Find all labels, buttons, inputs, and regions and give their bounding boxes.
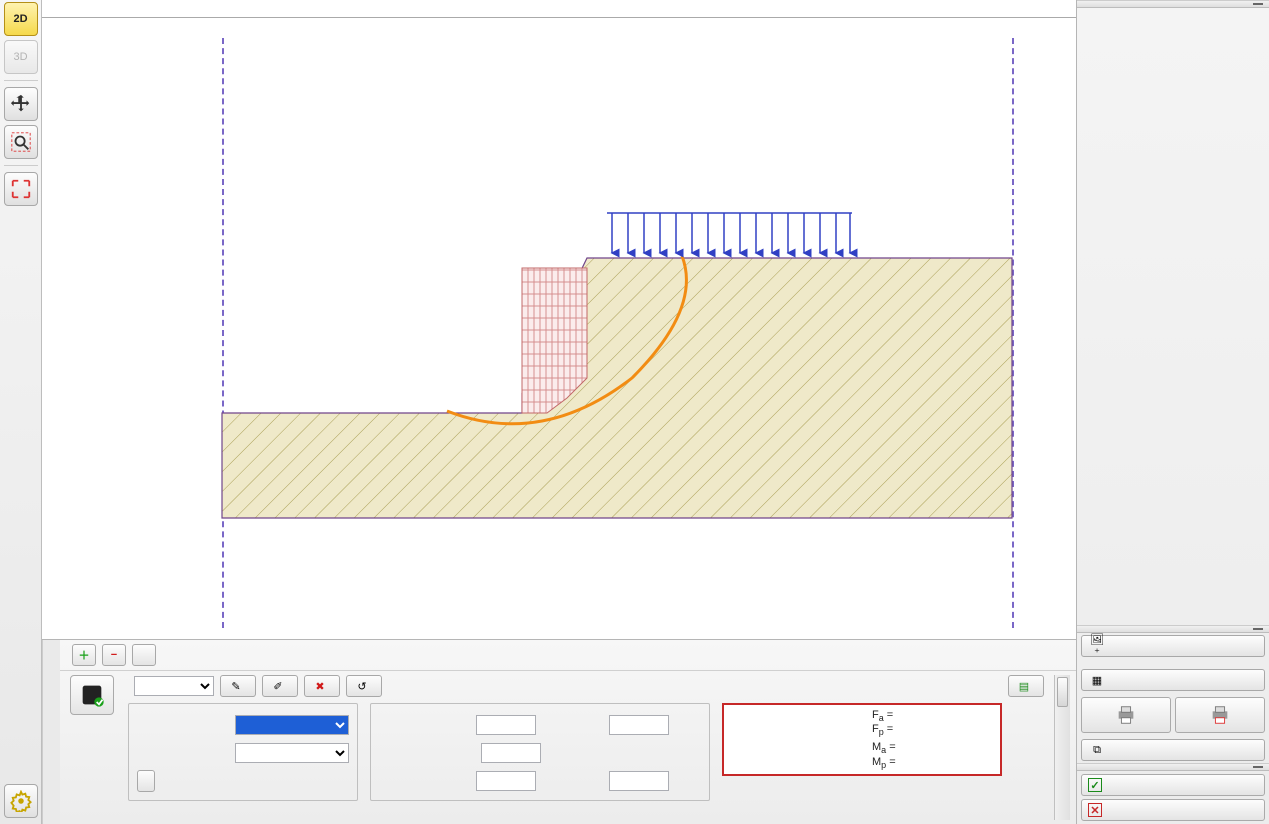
app-window: 2D 3D (0, 0, 1269, 824)
modes-header (1077, 0, 1269, 8)
fit-extents-button[interactable] (4, 172, 38, 206)
a1-input[interactable] (476, 771, 536, 791)
run-calc-button[interactable] (70, 675, 114, 715)
delete-button[interactable]: ✖ (304, 675, 340, 697)
drawing-list-button[interactable]: ▦ (1081, 669, 1265, 691)
slip-surface-select[interactable] (134, 676, 214, 696)
add-analysis-button[interactable]: ＋ (72, 644, 96, 666)
printer-color-icon (1208, 704, 1232, 726)
bottom-panel: ＋ − (42, 639, 1076, 824)
edit-icon: ✐ (271, 679, 285, 693)
settings-gear-button[interactable] (4, 784, 38, 818)
scrollbar-thumb[interactable] (1057, 677, 1068, 707)
geometry-svg (42, 18, 1076, 638)
right-sidebar: 🖼⁺ ▦ (1076, 0, 1269, 824)
copy-icon: ⧉ (1090, 743, 1104, 757)
zoom-region-button[interactable] (4, 125, 38, 159)
plus-drawing-icon: 🖼⁺ (1090, 639, 1104, 653)
divider (4, 165, 38, 166)
results-header (1077, 625, 1269, 633)
main-area: ＋ − (42, 0, 1076, 824)
slip-top-row: ✎ ✐ ✖ ↺ (128, 675, 1044, 697)
chip-icon (78, 681, 106, 709)
finish-send-button[interactable]: ✓ (1081, 774, 1265, 796)
print-row (1077, 693, 1269, 737)
bottom-content: ＋ − (60, 640, 1076, 824)
stability-results-box: Fa = Fp = Ma = Mp = (722, 703, 1002, 776)
list-icon: ▦ (1090, 673, 1104, 687)
remove-analysis-button[interactable]: − (102, 644, 126, 666)
gear-icon (10, 790, 32, 812)
right-lower: 🖼⁺ ▦ (1077, 625, 1269, 824)
calc-params-group (128, 703, 358, 801)
print-button-1[interactable] (1081, 697, 1171, 733)
extents-icon (10, 178, 32, 200)
load-arrows (612, 213, 850, 253)
check-icon: ✓ (1088, 778, 1102, 792)
x-icon: ✕ (1088, 803, 1102, 817)
add-drawing-button[interactable]: 🖼⁺ (1081, 635, 1265, 657)
x-input[interactable] (476, 715, 536, 735)
modes-tree (1077, 8, 1269, 12)
a2-input[interactable] (609, 771, 669, 791)
list-icon: ▤ (1017, 679, 1031, 693)
bottom-body: ✎ ✐ ✖ ↺ (60, 671, 1076, 824)
drawing-canvas[interactable] (42, 18, 1076, 639)
top-ruler (42, 0, 1076, 18)
collapse-icon[interactable] (1253, 766, 1263, 768)
calc-button-column (66, 675, 118, 820)
pencil-icon: ✎ (229, 679, 243, 693)
replace-graphically-button[interactable]: ✎ (220, 675, 256, 697)
printer-icon (1114, 704, 1138, 726)
convert-icon: ↺ (355, 679, 369, 693)
view-3d-button[interactable]: 3D (4, 40, 38, 74)
finish-nosend-button[interactable]: ✕ (1081, 799, 1265, 821)
zoom-icon (10, 131, 32, 153)
analysis-stage-bar: ＋ − (60, 640, 1076, 671)
results-scrollbar[interactable] (1054, 675, 1070, 820)
restrictions-button[interactable] (137, 770, 155, 792)
view-toolbar: 2D 3D (0, 0, 42, 824)
z-input[interactable] (609, 715, 669, 735)
move-icon (10, 93, 32, 115)
pan-button[interactable] (4, 87, 38, 121)
stage-1-button[interactable] (132, 644, 156, 666)
copy-view-button[interactable]: ⧉ (1081, 739, 1265, 761)
R-input[interactable] (481, 743, 541, 763)
detailed-results-button[interactable]: ▤ (1008, 675, 1044, 697)
circle-params-group (370, 703, 710, 801)
total-count-row (1077, 663, 1269, 667)
view-2d-button[interactable]: 2D (4, 2, 38, 36)
print-button-2[interactable] (1175, 697, 1265, 733)
divider (4, 80, 38, 81)
calc-type-select[interactable] (235, 743, 349, 763)
collapse-icon[interactable] (1253, 628, 1263, 630)
steering-header (1077, 763, 1269, 771)
convert-polyline-button[interactable]: ↺ (346, 675, 382, 697)
panel-vertical-label (42, 640, 60, 824)
method-select[interactable] (235, 715, 349, 735)
edit-textually-button[interactable]: ✐ (262, 675, 298, 697)
delete-icon: ✖ (313, 679, 327, 693)
collapse-icon[interactable] (1253, 3, 1263, 5)
